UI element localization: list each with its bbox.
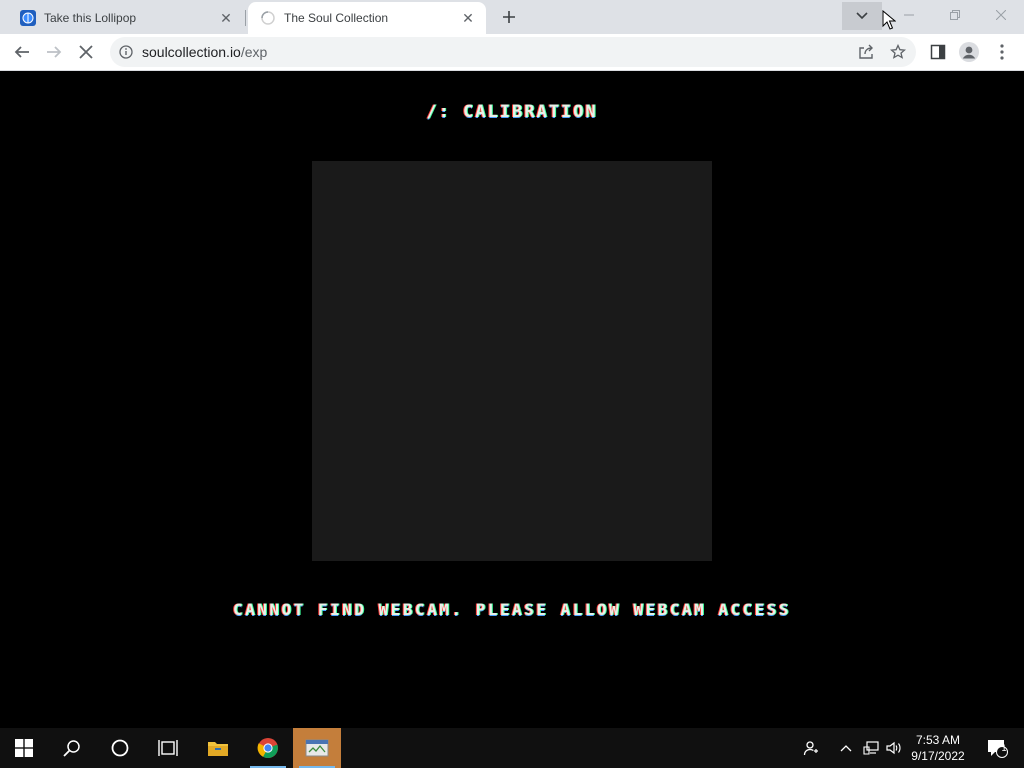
page-content: /: CALIBRATION CANNOT FIND WEBCAM. PLEAS…: [0, 71, 1024, 728]
network-button[interactable]: [860, 728, 882, 768]
network-icon: [863, 741, 879, 755]
forward-button[interactable]: [40, 38, 68, 66]
windows-taskbar: 7:53 AM 9/17/2022 1: [0, 728, 1024, 768]
tab-title: Take this Lollipop: [44, 11, 137, 25]
restore-button[interactable]: [932, 0, 978, 30]
address-bar[interactable]: soulcollection.io/exp: [110, 37, 916, 67]
chrome-icon: [257, 738, 278, 758]
app-taskbar-button[interactable]: [293, 728, 341, 768]
people-icon: [803, 741, 818, 756]
page-title: /: CALIBRATION: [426, 102, 598, 122]
tab-strip: Take this Lollipop ✕ The Soul Collection…: [0, 0, 1024, 34]
notification-count-badge: 1: [1001, 743, 1007, 753]
start-button[interactable]: [0, 728, 48, 768]
forward-arrow-icon: [47, 46, 62, 58]
site-info-icon[interactable]: [118, 44, 134, 60]
folder-icon: [208, 742, 228, 756]
task-view-button[interactable]: [144, 728, 192, 768]
webcam-preview: [312, 161, 712, 561]
people-button[interactable]: [796, 728, 826, 768]
menu-button[interactable]: [988, 38, 1016, 66]
back-arrow-icon: [14, 46, 29, 58]
url-path: /exp: [240, 44, 268, 60]
url-text: soulcollection.io/exp: [142, 44, 267, 60]
cortana-circle-icon: [111, 739, 129, 757]
plus-icon: [503, 11, 515, 23]
chevron-up-icon: [840, 745, 852, 752]
close-tab-icon[interactable]: ✕: [458, 8, 478, 28]
browser-toolbar: soulcollection.io/exp: [0, 34, 1024, 71]
mouse-cursor-icon: [882, 10, 896, 30]
tab-the-soul-collection[interactable]: The Soul Collection ✕: [248, 2, 486, 34]
star-icon: [890, 44, 906, 59]
show-hidden-icons-button[interactable]: [836, 728, 856, 768]
back-button[interactable]: [8, 38, 36, 66]
minimize-icon: [904, 14, 914, 16]
stop-loading-button[interactable]: [72, 38, 100, 66]
chevron-down-icon: [856, 12, 868, 20]
side-panel-icon: [930, 44, 946, 60]
system-clock[interactable]: 7:53 AM 9/17/2022: [906, 732, 970, 764]
cortana-button[interactable]: [96, 728, 144, 768]
clock-date: 9/17/2022: [911, 749, 965, 763]
loading-spinner-icon: [260, 10, 276, 26]
share-icon: [859, 44, 873, 59]
app-window-icon: [305, 739, 329, 757]
url-host: soulcollection.io: [142, 44, 241, 60]
tab-separator: [245, 10, 246, 26]
file-explorer-button[interactable]: [194, 728, 242, 768]
tab-title: The Soul Collection: [284, 11, 389, 25]
search-button[interactable]: [48, 728, 96, 768]
notifications-button[interactable]: 1: [980, 728, 1014, 768]
task-view-icon: [158, 740, 178, 756]
tab-search-button[interactable]: [842, 2, 882, 30]
close-icon: [996, 10, 1006, 20]
lollipop-favicon-icon: [20, 10, 36, 26]
bookmark-button[interactable]: [884, 38, 912, 66]
chrome-taskbar-button[interactable]: [244, 728, 292, 768]
webcam-error-message: CANNOT FIND WEBCAM. PLEASE ALLOW WEBCAM …: [232, 600, 792, 619]
stop-icon: [79, 45, 93, 59]
side-panel-button[interactable]: [924, 38, 952, 66]
new-tab-button[interactable]: [498, 6, 520, 28]
volume-button[interactable]: [883, 728, 905, 768]
close-window-button[interactable]: [978, 0, 1024, 30]
search-icon: [63, 740, 80, 757]
kebab-menu-icon: [1000, 44, 1004, 60]
speaker-icon: [886, 741, 901, 755]
windows-logo-icon: [15, 739, 33, 757]
restore-icon: [950, 10, 960, 20]
tab-take-this-lollipop[interactable]: Take this Lollipop ✕: [8, 2, 244, 34]
share-button[interactable]: [852, 38, 880, 66]
close-tab-icon[interactable]: ✕: [216, 8, 236, 28]
profile-button[interactable]: [955, 38, 983, 66]
avatar-icon: [959, 42, 979, 62]
clock-time: 7:53 AM: [915, 733, 961, 747]
